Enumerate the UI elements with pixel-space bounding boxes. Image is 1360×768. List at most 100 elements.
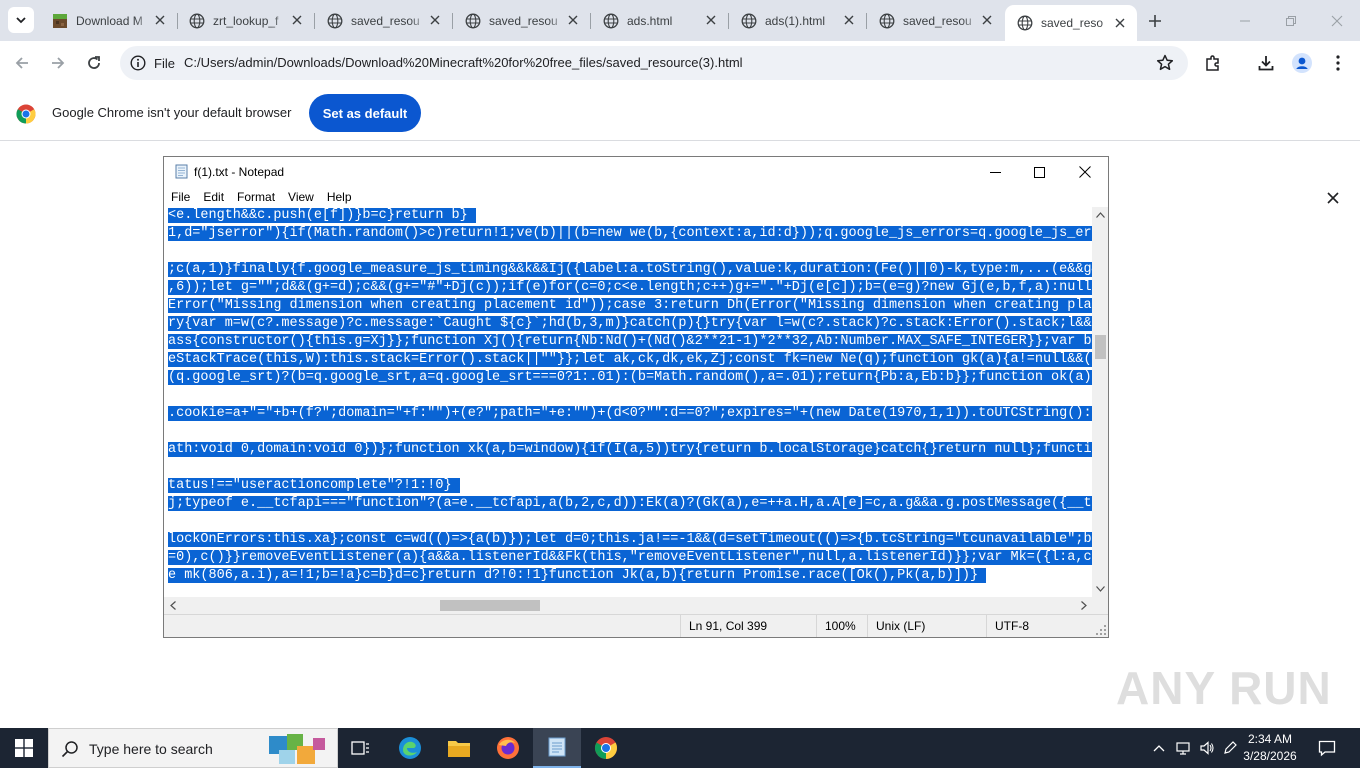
site-info-chip[interactable]: File	[124, 50, 178, 76]
tab-close-button[interactable]	[290, 13, 304, 27]
selected-text	[168, 513, 1088, 531]
edge-taskbar-button[interactable]	[386, 728, 434, 768]
taskbar-clock[interactable]: 2:34 AM 3/28/2026	[1240, 731, 1300, 765]
network-tray-button[interactable]	[1175, 740, 1191, 756]
infobar-message: Google Chrome isn't your default browser	[52, 105, 292, 120]
new-tab-button[interactable]	[1145, 11, 1165, 31]
browser-tab[interactable]: Download M	[40, 0, 177, 41]
text-line: e mk(806,a.i),a=!1;b=!a}c=b}d=c}return d…	[168, 567, 987, 585]
browser-tab[interactable]: ads(1).html	[729, 0, 866, 41]
tab-close-button[interactable]	[428, 13, 442, 27]
text-line: ath:void 0,domain:void 0})};function xk(…	[168, 441, 1092, 459]
scroll-down-button[interactable]	[1092, 581, 1108, 597]
menu-help[interactable]: Help	[327, 190, 352, 204]
minimize-button[interactable]	[1222, 0, 1268, 41]
selected-text	[168, 459, 1088, 477]
volume-tray-button[interactable]	[1199, 740, 1215, 756]
minecraft-icon	[53, 13, 67, 28]
url-text[interactable]: C:/Users/admin/Downloads/Download%20Mine…	[184, 55, 743, 70]
menu-view[interactable]: View	[288, 190, 314, 204]
taskbar-search-box[interactable]: Type here to search	[48, 728, 338, 768]
extensions-button[interactable]	[1202, 52, 1224, 74]
clock-date: 3/28/2026	[1243, 749, 1297, 763]
browser-tab[interactable]: saved_resou	[867, 0, 1004, 41]
scroll-up-button[interactable]	[1092, 207, 1108, 223]
menu-edit[interactable]: Edit	[203, 190, 224, 204]
tab-close-button[interactable]	[842, 13, 856, 27]
horizontal-scroll-thumb[interactable]	[440, 600, 540, 611]
profile-icon	[1292, 53, 1312, 73]
site-chip-label: File	[154, 55, 175, 71]
chevron-left-icon	[169, 601, 176, 610]
search-icon	[61, 741, 78, 758]
clock-time: 2:34 AM	[1247, 732, 1293, 746]
tab-close-button[interactable]	[704, 13, 718, 27]
text-line: ;c(a,1)}finally{f.google_measure_js_timi…	[168, 261, 1092, 279]
text-line	[168, 387, 1088, 405]
browser-tab[interactable]: saved_resou	[453, 0, 590, 41]
downloads-button[interactable]	[1255, 52, 1277, 74]
text-line	[168, 459, 1088, 477]
tab-search-button[interactable]	[8, 7, 34, 33]
selected-text	[168, 423, 1088, 441]
reload-button[interactable]	[83, 52, 105, 74]
browser-tab[interactable]: zrt_lookup_f	[177, 0, 314, 41]
back-button[interactable]	[11, 52, 33, 74]
vertical-scroll-thumb[interactable]	[1095, 335, 1106, 359]
notepad-maximize-button[interactable]	[1016, 157, 1062, 187]
show-hidden-icons-button[interactable]	[1151, 740, 1167, 756]
default-browser-infobar: Google Chrome isn't your default browser…	[0, 85, 1360, 204]
notepad-minimize-button[interactable]	[972, 157, 1018, 187]
start-button[interactable]	[0, 728, 48, 768]
menu-format[interactable]: Format	[237, 190, 275, 204]
tab-title: ads(1).html	[765, 13, 826, 28]
selected-text: =0),c()}}removeEventListener(a){a&&a.lis…	[168, 550, 1092, 565]
arrow-left-icon	[15, 57, 28, 69]
tab-title: saved_resou	[489, 13, 558, 28]
notepad-taskbar-button[interactable]	[533, 728, 581, 768]
search-highlight-puzzle-icon	[269, 734, 325, 764]
chevron-down-icon	[1095, 586, 1105, 592]
address-bar[interactable]: File C:/Users/admin/Downloads/Download%2…	[120, 46, 1188, 80]
vertical-scrollbar[interactable]	[1092, 207, 1108, 597]
restore-button[interactable]	[1268, 0, 1314, 41]
infobar-close-button[interactable]	[1324, 189, 1342, 207]
task-view-button[interactable]	[337, 728, 385, 768]
set-as-default-button[interactable]: Set as default	[309, 94, 421, 132]
input-tray-button[interactable]	[1222, 740, 1238, 756]
minimize-icon	[989, 171, 1001, 173]
menu-button[interactable]	[1327, 52, 1349, 74]
chevron-up-icon	[1153, 745, 1165, 752]
selected-text: ry{var m=w(c?.message)?c.message:`Caught…	[168, 316, 1092, 331]
text-line: <e.length&&c.push(e[f])}b=c}return b}	[168, 207, 476, 225]
resize-grip-icon[interactable]	[1096, 625, 1106, 635]
notification-center-icon[interactable]	[1318, 739, 1336, 757]
forward-button[interactable]	[47, 52, 69, 74]
status-line-ending: Unix (LF)	[867, 615, 985, 637]
chrome-taskbar-button[interactable]	[582, 728, 630, 768]
selected-text: e mk(806,a.i),a=!1;b=!a}c=b}d=c}return d…	[168, 568, 987, 583]
notepad-close-button[interactable]	[1062, 157, 1108, 187]
horizontal-scrollbar[interactable]	[164, 597, 1092, 614]
tab-close-button[interactable]	[566, 13, 580, 27]
tab-close-button[interactable]	[153, 13, 167, 27]
profile-button[interactable]	[1291, 52, 1313, 74]
browser-tab[interactable]: saved_resou	[315, 0, 452, 41]
puzzle-icon	[1206, 55, 1219, 71]
close-window-button[interactable]	[1314, 0, 1360, 41]
scroll-left-button[interactable]	[164, 597, 181, 614]
bookmark-star-icon[interactable]	[1156, 54, 1174, 72]
browser-tab[interactable]: saved_reso	[1005, 5, 1137, 41]
anyrun-watermark: ANY RUN	[1116, 662, 1332, 714]
tab-close-button[interactable]	[980, 13, 994, 27]
text-line: (q.google_srt)?(b=q.google_srt,a=q.googl…	[168, 369, 1092, 387]
notepad-text-area[interactable]: <e.length&&c.push(e[f])}b=c}return b} 1,…	[164, 207, 1092, 597]
task-view-icon	[351, 741, 369, 755]
firefox-taskbar-button[interactable]	[484, 728, 532, 768]
browser-tab[interactable]: ads.html	[591, 0, 728, 41]
scroll-right-button[interactable]	[1075, 597, 1092, 614]
file-explorer-taskbar-button[interactable]	[435, 728, 483, 768]
menu-file[interactable]: File	[171, 190, 190, 204]
notepad-titlebar[interactable]: f(1).txt - Notepad	[164, 157, 1108, 187]
tab-close-button[interactable]	[1113, 16, 1127, 30]
